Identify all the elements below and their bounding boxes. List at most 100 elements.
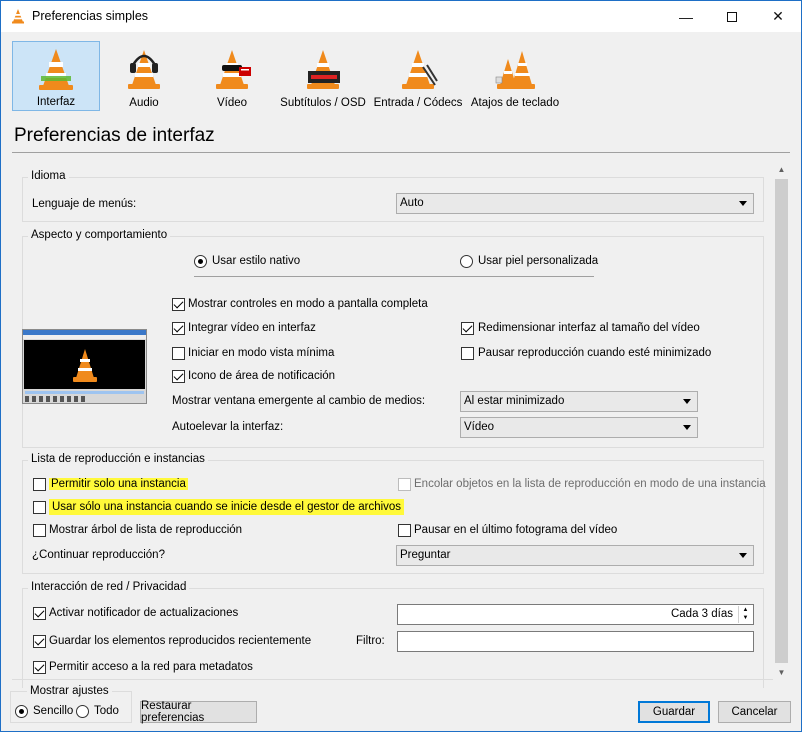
popup-value: Al estar minimizado: [464, 395, 565, 407]
vertical-scrollbar[interactable]: ▲ ▼: [773, 161, 790, 681]
update-interval-spinbox[interactable]: Cada 3 días ▲ ▼: [397, 604, 754, 625]
embed-video-checkbox[interactable]: [172, 322, 185, 335]
tab-interfaz[interactable]: Interfaz: [12, 41, 100, 111]
show-settings-label: Mostrar ajustes: [27, 685, 112, 697]
spin-arrows-icon[interactable]: ▲ ▼: [738, 606, 752, 623]
chevron-down-icon: [739, 201, 747, 206]
skin-divider: [194, 276, 594, 277]
menu-language-label: Lenguaje de menús:: [32, 198, 137, 210]
minimize-button[interactable]: —: [663, 1, 709, 32]
filter-input[interactable]: [397, 631, 754, 652]
window-title: Preferencias simples: [32, 9, 149, 23]
group-network-label: Interacción de red / Privacidad: [28, 581, 190, 593]
cancel-button[interactable]: Cancelar: [718, 701, 791, 723]
autoraise-label: Autoelevar la interfaz:: [172, 421, 284, 433]
minimize-icon: —: [679, 8, 693, 25]
continue-playback-label: ¿Continuar reproducción?: [32, 549, 165, 561]
one-instance-file-manager-checkbox[interactable]: [33, 501, 46, 514]
save-button[interactable]: Guardar: [638, 701, 710, 723]
scroll-up-icon[interactable]: ▲: [773, 161, 790, 178]
custom-skin-label: Usar piel personalizada: [478, 255, 599, 267]
autoraise-value: Vídeo: [464, 421, 495, 433]
tab-atajos-teclado[interactable]: Atajos de teclado: [467, 41, 563, 111]
maximize-icon: [727, 11, 737, 22]
all-settings-radio[interactable]: [76, 705, 89, 718]
heading-divider: [12, 152, 790, 153]
chevron-down-icon: [739, 553, 747, 558]
tab-audio[interactable]: Audio: [101, 41, 187, 111]
fullscreen-controls-label: Mostrar controles en modo a pantalla com…: [188, 298, 428, 310]
simple-settings-label: Sencillo: [33, 705, 74, 717]
resize-interface-checkbox[interactable]: [461, 322, 474, 335]
group-playlist-label: Lista de reproducción e instancias: [28, 453, 208, 465]
custom-skin-radio[interactable]: [460, 255, 473, 268]
continue-playback-select[interactable]: Preguntar: [396, 545, 754, 566]
preview-video-area: [24, 340, 145, 389]
vlc-app-icon: [12, 9, 24, 24]
save-recent-checkbox[interactable]: [33, 635, 46, 648]
group-aspecto-label: Aspecto y comportamiento: [28, 229, 171, 241]
preferences-window: Preferencias simples — ✕ Interfaz Audio …: [0, 0, 802, 732]
tab-entrada-codecs[interactable]: Entrada / Códecs: [371, 41, 465, 111]
menu-language-value: Auto: [400, 197, 424, 209]
native-style-radio[interactable]: [194, 255, 207, 268]
tab-label: Subtítulos / OSD: [280, 97, 366, 109]
one-instance-checkbox[interactable]: [33, 478, 46, 491]
preview-seekbar: [25, 391, 144, 394]
scrollarea-bottom-edge: [12, 679, 790, 680]
pause-last-frame-checkbox[interactable]: [398, 524, 411, 537]
preview-menubar: [23, 335, 146, 339]
tab-label: Atajos de teclado: [470, 97, 560, 109]
metadata-access-checkbox[interactable]: [33, 661, 46, 674]
close-icon: ✕: [772, 8, 784, 24]
reset-preferences-button[interactable]: Restaurar preferencias: [140, 700, 257, 724]
pause-minimized-checkbox[interactable]: [461, 347, 474, 360]
update-notifier-checkbox[interactable]: [33, 607, 46, 620]
chevron-down-icon: [683, 425, 691, 430]
enqueue-one-instance-label: Encolar objetos en la lista de reproducc…: [414, 478, 766, 490]
pause-last-frame-label: Pausar en el último fotograma del vídeo: [414, 524, 618, 536]
audio-cone-headphones-icon: [128, 50, 160, 89]
chevron-down-icon: [683, 399, 691, 404]
continue-playback-value: Preguntar: [400, 549, 451, 561]
playlist-tree-label: Mostrar árbol de lista de reproducción: [49, 524, 243, 536]
title-bar: Preferencias simples — ✕: [1, 1, 801, 32]
scrollbar-thumb[interactable]: [775, 179, 788, 663]
popup-select[interactable]: Al estar minimizado: [460, 391, 698, 412]
minimal-view-label: Iniciar en modo vista mínima: [188, 347, 335, 359]
tab-label: Interfaz: [36, 96, 76, 108]
embed-video-label: Integrar vídeo en interfaz: [188, 322, 316, 334]
minimal-view-checkbox[interactable]: [172, 347, 185, 360]
tab-subtitulos[interactable]: Subtítulos / OSD: [277, 41, 369, 111]
group-idioma-label: Idioma: [28, 170, 69, 182]
update-notifier-label: Activar notificador de actualizaciones: [49, 607, 239, 619]
tab-label: Entrada / Códecs: [373, 97, 463, 109]
systray-label: Icono de área de notificación: [188, 370, 336, 382]
update-interval-value: Cada 3 días: [670, 608, 733, 620]
subtitles-cone-icon: [307, 50, 340, 89]
menu-language-select[interactable]: Auto: [396, 193, 754, 214]
simple-settings-radio[interactable]: [15, 705, 28, 718]
maximize-button[interactable]: [709, 1, 755, 32]
interface-preview-image: [22, 329, 147, 404]
fullscreen-controls-checkbox[interactable]: [172, 298, 185, 311]
tab-video[interactable]: Vídeo: [189, 41, 275, 111]
video-cone-glasses-icon: [216, 50, 251, 89]
close-button[interactable]: ✕: [755, 1, 801, 32]
playlist-tree-checkbox[interactable]: [33, 524, 46, 537]
input-codecs-cone-icon: [402, 50, 438, 89]
resize-interface-label: Redimensionar interfaz al tamaño del víd…: [478, 322, 700, 334]
autoraise-select[interactable]: Vídeo: [460, 417, 698, 438]
vlc-cone-icon: [73, 349, 97, 382]
preview-controls: [25, 396, 85, 402]
save-recent-label: Guardar los elementos reproducidos recie…: [49, 635, 312, 647]
enqueue-one-instance-checkbox[interactable]: [398, 478, 411, 491]
category-bar: Interfaz Audio Vídeo Subtítulos / OSD En…: [1, 32, 801, 118]
popup-label: Mostrar ventana emergente al cambio de m…: [172, 395, 426, 407]
scroll-down-icon[interactable]: ▼: [773, 664, 790, 681]
native-style-label: Usar estilo nativo: [212, 255, 301, 267]
metadata-access-label: Permitir acceso a la red para metadatos: [49, 661, 253, 673]
systray-checkbox[interactable]: [172, 370, 185, 383]
filter-label: Filtro:: [356, 635, 385, 647]
tab-label: Audio: [129, 97, 159, 109]
